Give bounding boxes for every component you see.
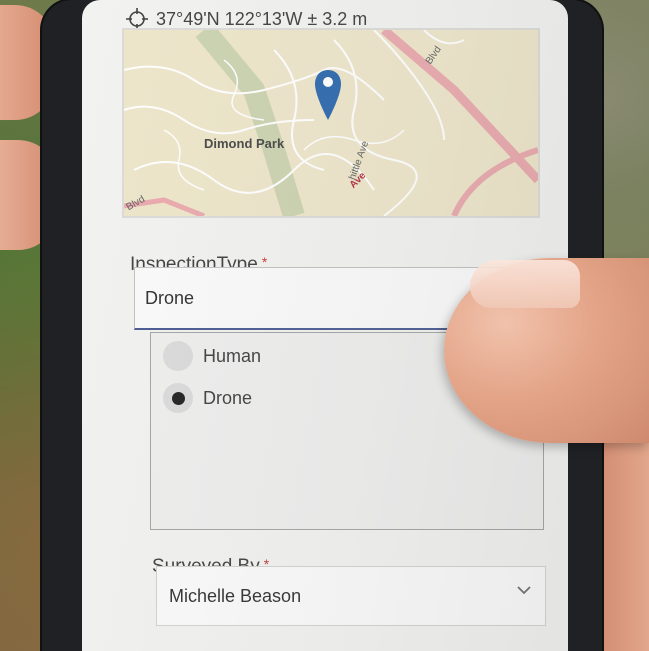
option-drone[interactable]: Drone (163, 383, 252, 413)
surveyed-by-value: Michelle Beason (169, 585, 302, 606)
inspection-type-value: Drone (145, 287, 195, 308)
map-view[interactable]: Dimond Park Blvd Ave hittle Ave Blvd (122, 28, 540, 218)
location-text: 37°49'N 122°13'W ± 3.2 m (156, 8, 368, 29)
map-label-park: Dimond Park (204, 136, 285, 151)
chevron-down-icon[interactable] (515, 581, 533, 599)
option-human-label: Human (203, 345, 262, 366)
option-human[interactable]: Human (163, 341, 261, 371)
map-pin-icon[interactable] (314, 68, 342, 124)
surveyed-by-select[interactable]: Michelle Beason (156, 566, 546, 626)
radio-selected-dot (171, 391, 185, 405)
thumbnail (470, 260, 580, 308)
radio-human[interactable] (163, 341, 193, 371)
radio-drone[interactable] (163, 383, 193, 413)
crosshair-icon (126, 8, 148, 30)
right-hand (601, 420, 649, 651)
option-drone-label: Drone (203, 387, 253, 408)
